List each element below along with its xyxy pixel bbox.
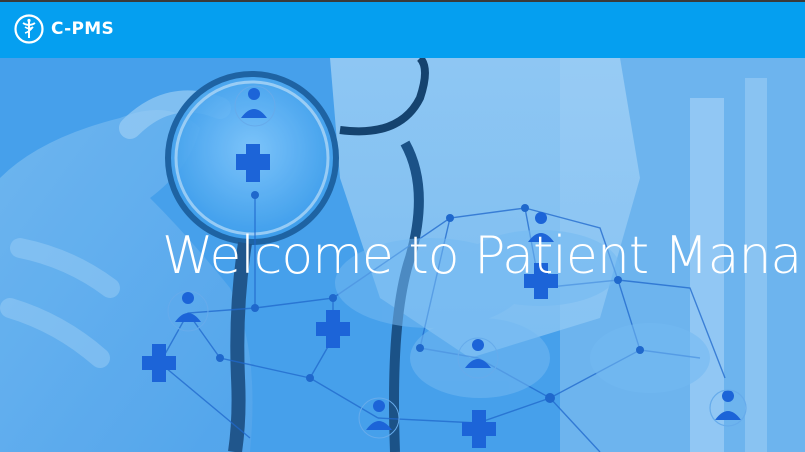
hero-headline: Welcome to Patient Manage <box>162 226 805 286</box>
top-navbar: C-PMS <box>0 0 805 58</box>
hero-banner: Welcome to Patient Manage <box>0 58 805 452</box>
caduceus-icon <box>14 14 44 44</box>
brand-link[interactable]: C-PMS <box>14 13 114 45</box>
brand-name: C-PMS <box>51 19 115 39</box>
